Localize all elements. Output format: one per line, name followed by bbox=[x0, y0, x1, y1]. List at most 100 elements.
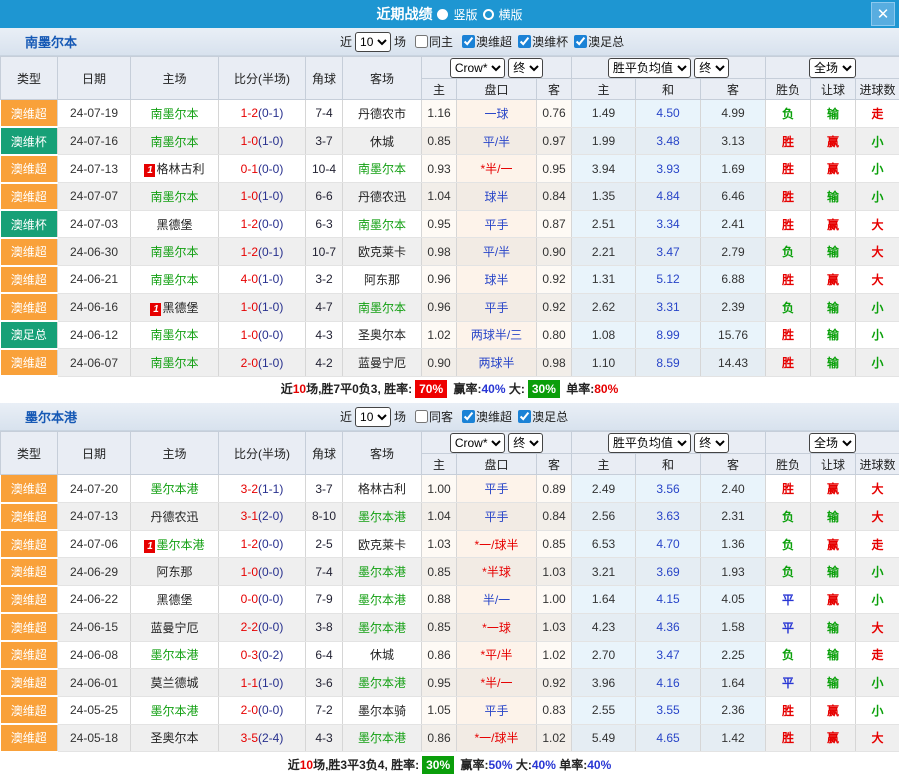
cell-date: 24-06-22 bbox=[58, 586, 131, 614]
radio-horizontal-label[interactable]: 横版 bbox=[499, 6, 523, 23]
cell-result-wdl: 负 bbox=[766, 641, 811, 669]
cell-handicap: *半/一 bbox=[457, 155, 537, 183]
cell-home-team: 墨尔本港 bbox=[131, 696, 219, 724]
cell-league-badge: 澳维超 bbox=[1, 238, 58, 266]
cell-odds-away: 14.43 bbox=[701, 349, 766, 377]
cell-handicap: 平手 bbox=[457, 475, 537, 503]
col-crow-away: 客 bbox=[537, 79, 572, 100]
cell-odds-away: 2.39 bbox=[701, 293, 766, 321]
cell-league-badge: 澳维超 bbox=[1, 100, 58, 128]
odds-time-select[interactable]: 终 bbox=[508, 58, 543, 78]
cell-odds-away: 2.25 bbox=[701, 641, 766, 669]
radio-horizontal-icon[interactable] bbox=[483, 9, 494, 20]
wdl-time-select[interactable]: 终 bbox=[694, 433, 729, 453]
cell-odds-draw: 3.55 bbox=[636, 696, 701, 724]
cell-handicap: *平/半 bbox=[457, 641, 537, 669]
cell-result-wdl: 胜 bbox=[766, 349, 811, 377]
league-checkbox[interactable] bbox=[518, 35, 531, 48]
cell-odds-home: 1.99 bbox=[572, 127, 636, 155]
radio-vertical-icon[interactable] bbox=[437, 9, 448, 20]
close-button[interactable]: ✕ bbox=[871, 2, 895, 26]
same-side-filter[interactable]: 同客 bbox=[415, 408, 453, 425]
cell-result-wdl: 胜 bbox=[766, 127, 811, 155]
cell-crow-home: 0.96 bbox=[422, 266, 457, 294]
cell-odds-draw: 3.48 bbox=[636, 127, 701, 155]
cell-league-badge: 澳维超 bbox=[1, 586, 58, 614]
cell-away-team: 丹德农迅 bbox=[343, 183, 422, 211]
cell-result-wdl: 平 bbox=[766, 613, 811, 641]
odds-company-select[interactable]: Crow* bbox=[450, 433, 505, 453]
cell-odds-home: 4.23 bbox=[572, 613, 636, 641]
cell-away-team: 丹德农市 bbox=[343, 100, 422, 128]
league-filter[interactable]: 澳维超 bbox=[462, 408, 512, 425]
col-result-handicap: 让球 bbox=[811, 454, 856, 475]
league-filter[interactable]: 澳足总 bbox=[518, 408, 568, 425]
games-count-select[interactable]: 10 bbox=[355, 407, 391, 427]
cell-away-team: 墨尔本港 bbox=[343, 503, 422, 531]
cell-result-wdl: 胜 bbox=[766, 321, 811, 349]
dialog-title: 近期战绩 bbox=[376, 4, 432, 24]
col-odds-away: 客 bbox=[701, 79, 766, 100]
league-filter[interactable]: 澳足总 bbox=[574, 33, 624, 50]
wdl-avg-select[interactable]: 胜平负均值 bbox=[608, 433, 691, 453]
scope-select[interactable]: 全场 bbox=[809, 433, 856, 453]
cell-result-goals: 小 bbox=[856, 155, 899, 183]
odds-company-select[interactable]: Crow* bbox=[450, 58, 505, 78]
league-filter[interactable]: 澳维超 bbox=[462, 33, 512, 50]
cell-crow-away: 1.03 bbox=[537, 613, 572, 641]
section-header: 南墨尔本 近 10 场 同主 澳维超澳维杯澳足总 bbox=[0, 28, 899, 56]
cell-odds-draw: 4.15 bbox=[636, 586, 701, 614]
cell-result-handicap: 输 bbox=[811, 321, 856, 349]
col-handicap: 盘口 bbox=[457, 454, 537, 475]
same-side-checkbox[interactable] bbox=[415, 410, 428, 423]
league-checkbox[interactable] bbox=[462, 35, 475, 48]
cell-home-team: 墨尔本港 bbox=[131, 475, 219, 503]
cell-home-team: 圣奥尔本 bbox=[131, 724, 219, 752]
cell-league-badge: 澳维超 bbox=[1, 503, 58, 531]
scope-select[interactable]: 全场 bbox=[809, 58, 856, 78]
cell-corner: 3-2 bbox=[306, 266, 343, 294]
table-row: 澳维超24-05-25墨尔本港2-0(0-0)7-2墨尔本骑1.05平手0.83… bbox=[1, 696, 899, 724]
cell-crow-away: 0.92 bbox=[537, 669, 572, 697]
league-label: 澳维超 bbox=[476, 33, 512, 50]
cell-result-handicap: 输 bbox=[811, 503, 856, 531]
cell-corner: 7-2 bbox=[306, 696, 343, 724]
cell-date: 24-05-25 bbox=[58, 696, 131, 724]
league-label: 澳维超 bbox=[476, 408, 512, 425]
cell-odds-away: 1.36 bbox=[701, 530, 766, 558]
cell-date: 24-06-15 bbox=[58, 613, 131, 641]
cell-odds-draw: 3.56 bbox=[636, 475, 701, 503]
league-filter[interactable]: 澳维杯 bbox=[518, 33, 568, 50]
summary-text: 10 bbox=[293, 382, 306, 396]
same-side-checkbox[interactable] bbox=[415, 35, 428, 48]
cell-league-badge: 澳维超 bbox=[1, 349, 58, 377]
cell-result-wdl: 负 bbox=[766, 238, 811, 266]
cell-crow-away: 0.87 bbox=[537, 210, 572, 238]
summary-text: 近 bbox=[288, 758, 300, 772]
radio-vertical-label[interactable]: 竖版 bbox=[453, 6, 477, 23]
games-count-select[interactable]: 10 bbox=[355, 32, 391, 52]
cell-result-wdl: 平 bbox=[766, 669, 811, 697]
cell-result-goals: 大 bbox=[856, 210, 899, 238]
cell-odds-draw: 4.36 bbox=[636, 613, 701, 641]
cell-result-goals: 小 bbox=[856, 669, 899, 697]
wdl-avg-select[interactable]: 胜平负均值 bbox=[608, 58, 691, 78]
titlebar: 近期战绩 竖版 横版 ✕ bbox=[0, 0, 899, 28]
league-checkbox[interactable] bbox=[462, 410, 475, 423]
league-checkbox[interactable] bbox=[574, 35, 587, 48]
wdl-time-select[interactable]: 终 bbox=[694, 58, 729, 78]
cell-league-badge: 澳维超 bbox=[1, 724, 58, 752]
cell-odds-home: 6.53 bbox=[572, 530, 636, 558]
league-checkbox[interactable] bbox=[518, 410, 531, 423]
cell-away-team: 墨尔本港 bbox=[343, 586, 422, 614]
same-side-filter[interactable]: 同主 bbox=[415, 33, 453, 50]
col-crow-away: 客 bbox=[537, 454, 572, 475]
same-side-label: 同客 bbox=[429, 408, 453, 425]
cell-handicap: 两球半/三 bbox=[457, 321, 537, 349]
cell-odds-home: 3.94 bbox=[572, 155, 636, 183]
cell-home-team: 1格林古利 bbox=[131, 155, 219, 183]
table-row: 澳维超24-07-131格林古利0-1(0-0)10-4南墨尔本0.93*半/一… bbox=[1, 155, 899, 183]
col-corner: 角球 bbox=[306, 57, 343, 100]
cell-crow-home: 1.00 bbox=[422, 475, 457, 503]
odds-time-select[interactable]: 终 bbox=[508, 433, 543, 453]
